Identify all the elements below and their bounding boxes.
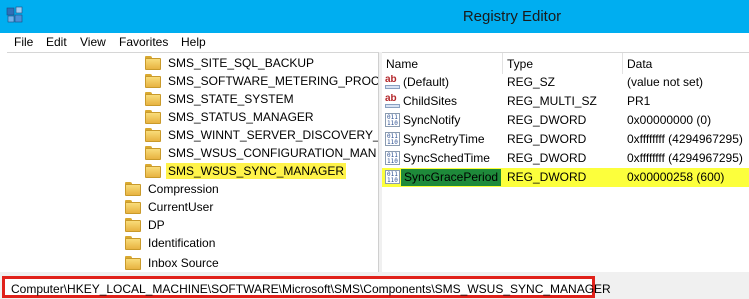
folder-icon — [145, 146, 161, 160]
column-divider[interactable] — [622, 53, 623, 74]
value-name: SyncRetryTime — [403, 132, 485, 146]
value-row-syncgraceperiod[interactable]: 011 110 SyncGracePeriod REG_DWORD 0x00000… — [382, 168, 749, 187]
menu-help[interactable]: Help — [181, 35, 206, 49]
tree-item-label: SMS_SITE_SQL_BACKUP — [168, 56, 315, 70]
tree-item-label: Inbox Source — [148, 256, 219, 270]
value-type: REG_DWORD — [507, 151, 587, 165]
folder-icon — [125, 256, 141, 270]
tree-item-currentuser[interactable]: CurrentUser — [125, 198, 215, 216]
tree-item-sms-site-sql-backup[interactable]: SMS_SITE_SQL_BACKUP — [145, 54, 316, 72]
folder-icon — [125, 236, 141, 250]
folder-icon — [125, 182, 141, 196]
title-bar[interactable]: Registry Editor — [0, 0, 749, 33]
menu-bar: File Edit View Favorites Help — [0, 33, 749, 52]
value-type: REG_DWORD — [507, 113, 587, 127]
tree-item-sms-software-metering[interactable]: SMS_SOFTWARE_METERING_PROCE — [145, 72, 379, 90]
value-type: REG_DWORD — [507, 170, 587, 184]
string-value-icon: ab — [385, 94, 400, 108]
binary-value-icon: 011 110 — [385, 170, 400, 184]
folder-icon — [125, 218, 141, 232]
folder-icon — [145, 128, 161, 142]
tree-item-dp[interactable]: DP — [125, 216, 167, 234]
folder-icon — [145, 74, 161, 88]
folder-icon — [145, 164, 161, 178]
tree-item-sms-status-manager[interactable]: SMS_STATUS_MANAGER — [145, 108, 316, 126]
tree-item-label: CurrentUser — [148, 200, 214, 214]
folder-icon — [145, 92, 161, 106]
tree-item-compression[interactable]: Compression — [125, 180, 221, 198]
path-callout: Computer\HKEY_LOCAL_MACHINE\SOFTWARE\Mic… — [2, 276, 611, 298]
selected-key-label: SMS_WSUS_SYNC_MANAGER — [166, 163, 347, 179]
selected-value-name[interactable]: SyncGracePeriod — [401, 169, 502, 186]
binary-value-icon: 011 110 — [385, 132, 400, 146]
tree-item-label: SMS_WSUS_CONFIGURATION_MAN — [168, 146, 377, 160]
column-header-name[interactable]: Name — [386, 57, 418, 71]
menu-favorites[interactable]: Favorites — [119, 35, 168, 49]
value-type: REG_DWORD — [507, 132, 587, 146]
value-name: (Default) — [403, 75, 450, 89]
tree-item-sms-wsus-sync-manager[interactable]: SMS_WSUS_SYNC_MANAGER — [145, 162, 347, 180]
tree-item-sms-wsus-configuration[interactable]: SMS_WSUS_CONFIGURATION_MAN — [145, 144, 378, 162]
binary-value-icon: 011 110 — [385, 113, 400, 127]
value-name: SyncNotify — [403, 113, 461, 127]
string-value-icon: ab — [385, 75, 400, 89]
registry-path: Computer\HKEY_LOCAL_MACHINE\SOFTWARE\Mic… — [11, 282, 611, 296]
binary-value-icon: 011 110 — [385, 151, 400, 165]
tree-item-label: DP — [148, 218, 165, 232]
menu-view[interactable]: View — [80, 35, 106, 49]
value-type: REG_SZ — [507, 75, 556, 89]
tree-item-label: SMS_SOFTWARE_METERING_PROCE — [168, 74, 379, 88]
tree-item-label: Identification — [148, 236, 216, 250]
value-row-default[interactable]: ab (Default) REG_SZ (value not set) — [382, 73, 749, 92]
tree-item-label: Compression — [148, 182, 219, 196]
value-name: SyncSchedTime — [403, 151, 490, 165]
window-title: Registry Editor — [462, 8, 562, 25]
value-name: ChildSites — [403, 94, 458, 108]
tree-item-sms-winnt-server-discovery[interactable]: SMS_WINNT_SERVER_DISCOVERY_A — [145, 126, 379, 144]
tree-item-label: SMS_STATE_SYSTEM — [168, 92, 294, 106]
folder-icon — [145, 110, 161, 124]
tree-item-identification[interactable]: Identification — [125, 234, 217, 252]
tree-item-sms-state-system[interactable]: SMS_STATE_SYSTEM — [145, 90, 296, 108]
column-divider[interactable] — [502, 53, 503, 74]
value-data: 0xffffffff (4294967295) — [627, 132, 743, 146]
menu-file[interactable]: File — [14, 35, 33, 49]
tree-item-inbox-source[interactable]: Inbox Source — [125, 254, 221, 272]
value-data: 0xffffffff (4294967295) — [627, 151, 743, 165]
menu-edit[interactable]: Edit — [46, 35, 67, 49]
value-row-syncretrytime[interactable]: 011 110 SyncRetryTime REG_DWORD 0xfffffff… — [382, 130, 749, 149]
value-type: REG_MULTI_SZ — [507, 94, 597, 108]
tree-item-label: SMS_STATUS_MANAGER — [168, 110, 314, 124]
value-data: (value not set) — [627, 75, 704, 89]
folder-icon — [145, 56, 161, 70]
status-bar: Computer\HKEY_LOCAL_MACHINE\SOFTWARE\Mic… — [0, 272, 749, 299]
value-row-childsites[interactable]: ab ChildSites REG_MULTI_SZ PR1 — [382, 92, 749, 111]
values-list[interactable]: Name Type Data ab (Default) REG_SZ (valu… — [382, 52, 749, 272]
tree-item-label: SMS_WINNT_SERVER_DISCOVERY_A — [168, 128, 379, 142]
column-header-type[interactable]: Type — [507, 57, 533, 71]
value-data: 0x00000258 (600) — [627, 170, 725, 184]
value-row-syncschedtime[interactable]: 011 110 SyncSchedTime REG_DWORD 0xfffffff… — [382, 149, 749, 168]
value-row-syncnotify[interactable]: 011 110 SyncNotify REG_DWORD 0x00000000 (… — [382, 111, 749, 130]
value-data: 0x00000000 (0) — [627, 113, 712, 127]
value-data: PR1 — [627, 94, 651, 108]
column-header-data[interactable]: Data — [627, 57, 652, 71]
folder-icon — [125, 200, 141, 214]
key-tree[interactable]: SMS_SITE_SQL_BACKUP SMS_SOFTWARE_METERIN… — [7, 52, 379, 272]
